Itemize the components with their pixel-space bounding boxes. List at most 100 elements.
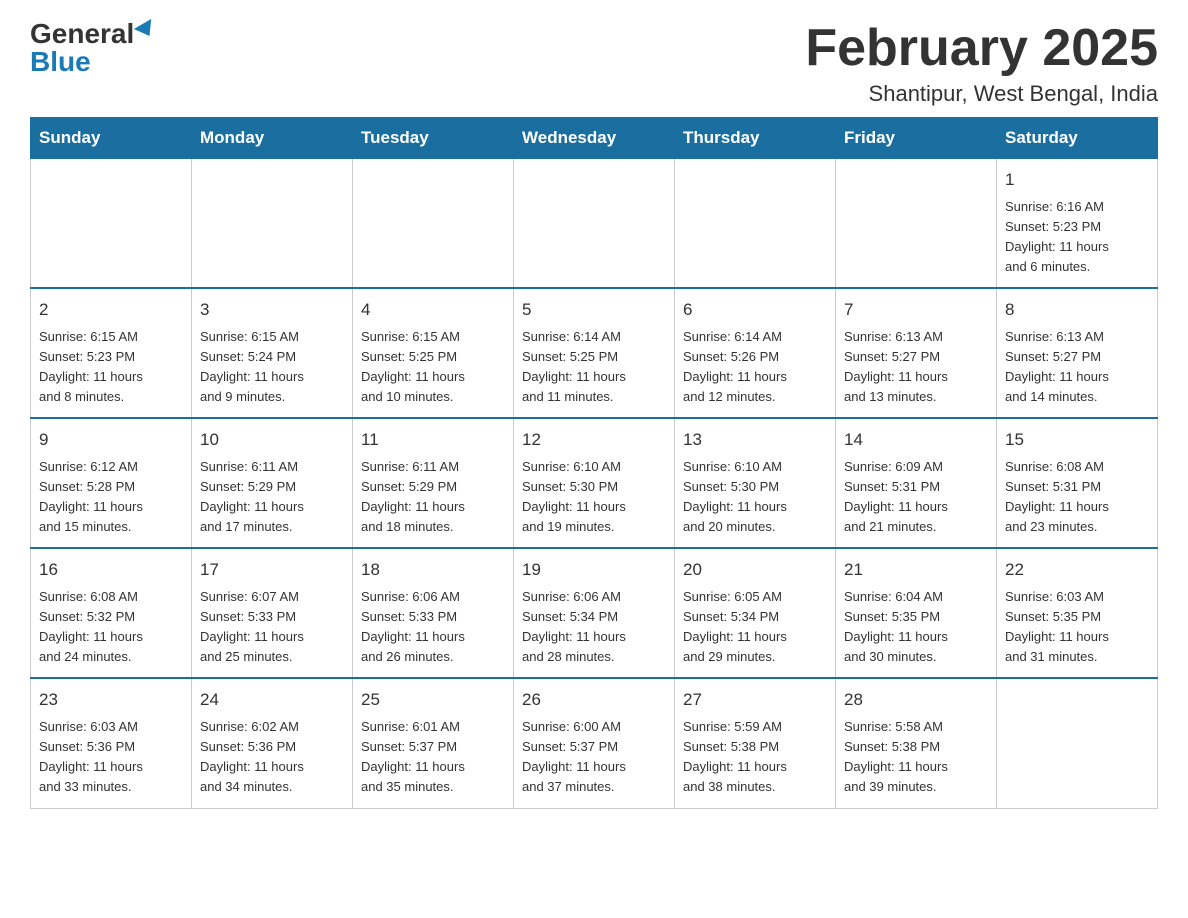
calendar-cell: 15 Sunrise: 6:08 AMSunset: 5:31 PMDayligh…: [997, 418, 1158, 548]
day-number: 15: [1005, 427, 1149, 453]
calendar-table: SundayMondayTuesdayWednesdayThursdayFrid…: [30, 117, 1158, 808]
calendar-cell: 11 Sunrise: 6:11 AMSunset: 5:29 PMDayligh…: [353, 418, 514, 548]
day-number: 10: [200, 427, 344, 453]
day-number: 17: [200, 557, 344, 583]
day-info: Sunrise: 6:11 AMSunset: 5:29 PMDaylight:…: [200, 459, 304, 534]
calendar-week-row-3: 9Sunrise: 6:12 AMSunset: 5:28 PMDaylight…: [31, 418, 1158, 548]
calendar-cell: [836, 159, 997, 289]
day-info: Sunrise: 6:03 AMSunset: 5:36 PMDaylight:…: [39, 719, 143, 794]
day-number: 8: [1005, 297, 1149, 323]
day-info: Sunrise: 6:14 AMSunset: 5:25 PMDaylight:…: [522, 329, 626, 404]
logo-general-text: General: [30, 20, 134, 48]
calendar-cell: 6 Sunrise: 6:14 AMSunset: 5:26 PMDaylight…: [675, 288, 836, 418]
calendar-cell: 16 Sunrise: 6:08 AMSunset: 5:32 PMDayligh…: [31, 548, 192, 678]
weekday-header-row: SundayMondayTuesdayWednesdayThursdayFrid…: [31, 118, 1158, 159]
day-info: Sunrise: 6:14 AMSunset: 5:26 PMDaylight:…: [683, 329, 787, 404]
location-title: Shantipur, West Bengal, India: [805, 81, 1158, 107]
calendar-cell: 28 Sunrise: 5:58 AMSunset: 5:38 PMDayligh…: [836, 678, 997, 808]
day-number: 5: [522, 297, 666, 323]
calendar-cell: 19 Sunrise: 6:06 AMSunset: 5:34 PMDayligh…: [514, 548, 675, 678]
day-number: 14: [844, 427, 988, 453]
day-number: 3: [200, 297, 344, 323]
calendar-cell: 5 Sunrise: 6:14 AMSunset: 5:25 PMDaylight…: [514, 288, 675, 418]
day-number: 26: [522, 687, 666, 713]
day-info: Sunrise: 6:11 AMSunset: 5:29 PMDaylight:…: [361, 459, 465, 534]
day-number: 22: [1005, 557, 1149, 583]
calendar-week-row-5: 23 Sunrise: 6:03 AMSunset: 5:36 PMDayligh…: [31, 678, 1158, 808]
day-number: 2: [39, 297, 183, 323]
calendar-cell: 2 Sunrise: 6:15 AMSunset: 5:23 PMDaylight…: [31, 288, 192, 418]
day-info: Sunrise: 6:15 AMSunset: 5:25 PMDaylight:…: [361, 329, 465, 404]
day-info: Sunrise: 6:07 AMSunset: 5:33 PMDaylight:…: [200, 589, 304, 664]
calendar-week-row-2: 2 Sunrise: 6:15 AMSunset: 5:23 PMDaylight…: [31, 288, 1158, 418]
weekday-header-wednesday: Wednesday: [514, 118, 675, 159]
day-number: 20: [683, 557, 827, 583]
day-number: 6: [683, 297, 827, 323]
weekday-header-tuesday: Tuesday: [353, 118, 514, 159]
page-header: General Blue February 2025 Shantipur, We…: [30, 20, 1158, 107]
day-info: Sunrise: 6:10 AMSunset: 5:30 PMDaylight:…: [522, 459, 626, 534]
month-title: February 2025: [805, 20, 1158, 77]
calendar-cell: 20 Sunrise: 6:05 AMSunset: 5:34 PMDayligh…: [675, 548, 836, 678]
day-number: 11: [361, 427, 505, 453]
day-info: Sunrise: 6:15 AMSunset: 5:23 PMDaylight:…: [39, 329, 143, 404]
weekday-header-thursday: Thursday: [675, 118, 836, 159]
calendar-cell: 7 Sunrise: 6:13 AMSunset: 5:27 PMDaylight…: [836, 288, 997, 418]
weekday-header-friday: Friday: [836, 118, 997, 159]
day-number: 23: [39, 687, 183, 713]
calendar-cell: 13Sunrise: 6:10 AMSunset: 5:30 PMDayligh…: [675, 418, 836, 548]
day-info: Sunrise: 6:13 AMSunset: 5:27 PMDaylight:…: [1005, 329, 1109, 404]
calendar-cell: 18 Sunrise: 6:06 AMSunset: 5:33 PMDayligh…: [353, 548, 514, 678]
title-block: February 2025 Shantipur, West Bengal, In…: [805, 20, 1158, 107]
day-info: Sunrise: 6:00 AMSunset: 5:37 PMDaylight:…: [522, 719, 626, 794]
day-info: Sunrise: 6:13 AMSunset: 5:27 PMDaylight:…: [844, 329, 948, 404]
day-info: Sunrise: 6:03 AMSunset: 5:35 PMDaylight:…: [1005, 589, 1109, 664]
day-info: Sunrise: 6:02 AMSunset: 5:36 PMDaylight:…: [200, 719, 304, 794]
weekday-header-monday: Monday: [192, 118, 353, 159]
calendar-cell: [192, 159, 353, 289]
day-number: 21: [844, 557, 988, 583]
calendar-cell: 24Sunrise: 6:02 AMSunset: 5:36 PMDayligh…: [192, 678, 353, 808]
day-info: Sunrise: 6:08 AMSunset: 5:32 PMDaylight:…: [39, 589, 143, 664]
day-number: 18: [361, 557, 505, 583]
day-info: Sunrise: 6:16 AMSunset: 5:23 PMDaylight:…: [1005, 199, 1109, 274]
calendar-cell: 26 Sunrise: 6:00 AMSunset: 5:37 PMDayligh…: [514, 678, 675, 808]
day-number: 1: [1005, 167, 1149, 193]
day-info: Sunrise: 6:09 AMSunset: 5:31 PMDaylight:…: [844, 459, 948, 534]
calendar-cell: 4 Sunrise: 6:15 AMSunset: 5:25 PMDaylight…: [353, 288, 514, 418]
day-info: Sunrise: 6:10 AMSunset: 5:30 PMDaylight:…: [683, 459, 787, 534]
day-info: Sunrise: 5:58 AMSunset: 5:38 PMDaylight:…: [844, 719, 948, 794]
day-number: 25: [361, 687, 505, 713]
calendar-cell: 12 Sunrise: 6:10 AMSunset: 5:30 PMDayligh…: [514, 418, 675, 548]
day-info: Sunrise: 6:06 AMSunset: 5:34 PMDaylight:…: [522, 589, 626, 664]
calendar-cell: [997, 678, 1158, 808]
day-number: 4: [361, 297, 505, 323]
day-info: Sunrise: 6:01 AMSunset: 5:37 PMDaylight:…: [361, 719, 465, 794]
calendar-cell: 10 Sunrise: 6:11 AMSunset: 5:29 PMDayligh…: [192, 418, 353, 548]
day-info: Sunrise: 6:08 AMSunset: 5:31 PMDaylight:…: [1005, 459, 1109, 534]
day-number: 7: [844, 297, 988, 323]
calendar-cell: [353, 159, 514, 289]
calendar-cell: [31, 159, 192, 289]
calendar-cell: 3 Sunrise: 6:15 AMSunset: 5:24 PMDaylight…: [192, 288, 353, 418]
day-info: Sunrise: 6:06 AMSunset: 5:33 PMDaylight:…: [361, 589, 465, 664]
day-number: 19: [522, 557, 666, 583]
calendar-cell: [514, 159, 675, 289]
day-number: 12: [522, 427, 666, 453]
calendar-cell: 14 Sunrise: 6:09 AMSunset: 5:31 PMDayligh…: [836, 418, 997, 548]
day-number: 27: [683, 687, 827, 713]
day-info: Sunrise: 6:15 AMSunset: 5:24 PMDaylight:…: [200, 329, 304, 404]
calendar-cell: 21 Sunrise: 6:04 AMSunset: 5:35 PMDayligh…: [836, 548, 997, 678]
day-number: 28: [844, 687, 988, 713]
calendar-cell: 22 Sunrise: 6:03 AMSunset: 5:35 PMDayligh…: [997, 548, 1158, 678]
calendar-week-row-4: 16 Sunrise: 6:08 AMSunset: 5:32 PMDayligh…: [31, 548, 1158, 678]
day-info: Sunrise: 6:05 AMSunset: 5:34 PMDaylight:…: [683, 589, 787, 664]
calendar-cell: 1 Sunrise: 6:16 AMSunset: 5:23 PMDaylight…: [997, 159, 1158, 289]
day-number: 16: [39, 557, 183, 583]
calendar-cell: 25 Sunrise: 6:01 AMSunset: 5:37 PMDayligh…: [353, 678, 514, 808]
calendar-cell: 23 Sunrise: 6:03 AMSunset: 5:36 PMDayligh…: [31, 678, 192, 808]
weekday-header-sunday: Sunday: [31, 118, 192, 159]
day-info: Sunrise: 5:59 AMSunset: 5:38 PMDaylight:…: [683, 719, 787, 794]
day-info: Sunrise: 6:04 AMSunset: 5:35 PMDaylight:…: [844, 589, 948, 664]
weekday-header-saturday: Saturday: [997, 118, 1158, 159]
